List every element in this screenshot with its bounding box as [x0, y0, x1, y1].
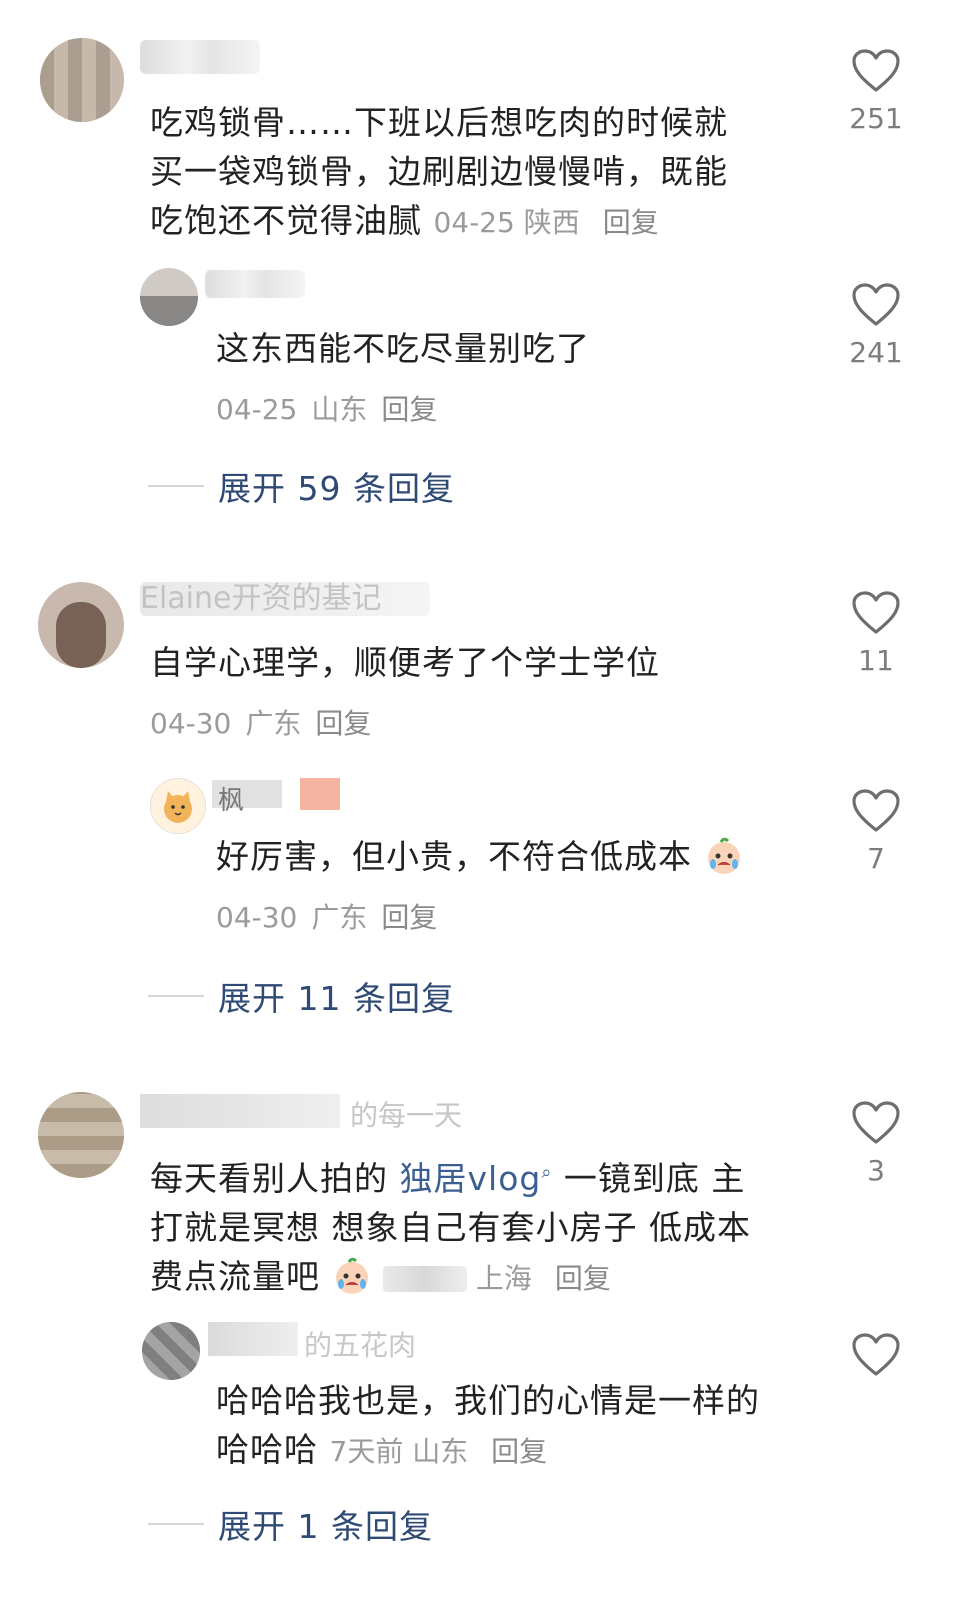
- date-blurred: [383, 1266, 467, 1292]
- blur-block: [300, 778, 340, 810]
- search-link[interactable]: 独居vlog: [400, 1159, 542, 1198]
- username-blurred[interactable]: [205, 270, 305, 298]
- comment-line: 打就是冥想 想象自己有套小房子 低成本: [150, 1208, 751, 1247]
- like-count: 241: [849, 336, 903, 369]
- comment-line: 吃饱还不觉得油腻 04-25 陕西 回复: [150, 196, 810, 247]
- like-button[interactable]: [846, 1332, 906, 1378]
- crying-emoji-icon: [707, 837, 740, 874]
- avatar[interactable]: [140, 268, 198, 326]
- heart-outline-icon: [852, 591, 900, 634]
- like-button[interactable]: 7: [846, 788, 906, 875]
- comment-date: 04-25: [433, 206, 515, 239]
- username-blurred[interactable]: 的五花肉: [208, 1322, 448, 1362]
- like-count: 3: [867, 1154, 885, 1187]
- reply-location: 山东: [412, 1435, 469, 1468]
- expand-replies-label: 展开 59 条回复: [218, 469, 455, 508]
- comment-line: 费点流量吧 上海 回复: [150, 1252, 830, 1303]
- avatar[interactable]: [150, 778, 206, 834]
- comment-line-text: 吃饱还不觉得油腻: [150, 201, 422, 240]
- heart-outline-icon: [852, 1101, 900, 1144]
- like-count: 7: [867, 842, 885, 875]
- reply-meta: 04-30 广东 回复: [216, 896, 451, 936]
- heart-outline-icon: [852, 283, 900, 326]
- comment-line: 每天看别人拍的 独居vlog⌕ 一镜到底 主: [150, 1148, 830, 1203]
- avatar[interactable]: [38, 582, 124, 668]
- username-blurred[interactable]: 的每一天: [140, 1094, 470, 1132]
- reply-text-content: 好厉害，但小贵，不符合低成本: [216, 837, 692, 876]
- reply-location: 山东: [311, 393, 368, 426]
- heart-outline-icon: [852, 789, 900, 832]
- comment-meta: 04-30 广东 回复: [150, 702, 385, 742]
- comment-text: 自学心理学，顺便考了个学士学位: [150, 643, 660, 682]
- reply-line: 哈哈哈我也是，我们的心情是一样的: [216, 1381, 760, 1420]
- reply-button[interactable]: 回复: [315, 707, 371, 740]
- search-icon[interactable]: ⌕: [541, 1162, 552, 1183]
- comment-text: 吃鸡锁骨……下班以后想吃肉的时候就 买一袋鸡锁骨，边刷剧边慢慢啃，既能 吃饱还不…: [150, 98, 810, 247]
- expand-replies-button[interactable]: 展开 59 条回复: [148, 462, 455, 510]
- heart-outline-icon: [852, 1333, 900, 1376]
- comment-date: 04-30: [150, 707, 232, 740]
- reply-button[interactable]: 回复: [381, 901, 437, 934]
- avatar[interactable]: [40, 38, 124, 122]
- username-blurred[interactable]: [140, 40, 260, 74]
- divider: [148, 485, 204, 487]
- reply-meta: 04-25 山东 回复: [216, 388, 451, 428]
- reply-location: 广东: [311, 901, 368, 934]
- like-count: 11: [858, 644, 894, 677]
- expand-replies-label: 展开 11 条回复: [218, 979, 455, 1018]
- blur-block: [140, 1094, 340, 1128]
- comment-text: 每天看别人拍的 独居vlog⌕ 一镜到底 主 打就是冥想 想象自己有套小房子 低…: [150, 1148, 830, 1303]
- username-partial: 枫: [218, 786, 245, 816]
- divider: [148, 995, 204, 997]
- like-button[interactable]: 3: [846, 1100, 906, 1187]
- comment-line: 吃鸡锁骨……下班以后想吃肉的时候就: [150, 103, 728, 142]
- comment-meta: 04-25 陕西 回复: [434, 206, 659, 239]
- cat-icon: [164, 791, 192, 823]
- username-partial: 的五花肉: [304, 1329, 417, 1362]
- expand-replies-button[interactable]: 展开 1 条回复: [148, 1500, 433, 1548]
- comment-location: 广东: [245, 707, 302, 740]
- comment-line-text: 费点流量吧: [150, 1257, 320, 1296]
- comment-line-text: 每天看别人拍的: [150, 1159, 400, 1198]
- reply-date: 7天前: [329, 1435, 404, 1468]
- reply-date: 04-30: [216, 901, 298, 934]
- reply-button[interactable]: 回复: [491, 1435, 547, 1468]
- avatar[interactable]: [142, 1322, 200, 1380]
- reply-text: 好厉害，但小贵，不符合低成本: [216, 832, 744, 881]
- comment-location: 陕西: [523, 206, 580, 239]
- like-count: 251: [849, 102, 903, 135]
- reply-meta: 7天前 山东 回复: [330, 1435, 548, 1468]
- reply-button[interactable]: 回复: [555, 1262, 611, 1295]
- blur-block: [208, 1322, 298, 1356]
- reply-text: 这东西能不吃尽量别吃了: [216, 329, 590, 368]
- reply-line-text: 哈哈哈: [216, 1430, 318, 1469]
- expand-replies-button[interactable]: 展开 11 条回复: [148, 972, 455, 1020]
- comment-line-text: 一镜到底 主: [552, 1159, 746, 1198]
- like-button[interactable]: 251: [846, 48, 906, 135]
- crying-emoji-icon: [335, 1257, 368, 1294]
- comment-meta: 上海 回复: [383, 1262, 611, 1295]
- reply-text: 哈哈哈我也是，我们的心情是一样的 哈哈哈 7天前 山东 回复: [216, 1376, 816, 1476]
- like-button[interactable]: 241: [846, 282, 906, 369]
- username-blurred[interactable]: Elaine开资的基记: [140, 582, 430, 616]
- comment-location: 上海: [475, 1262, 532, 1295]
- reply-button[interactable]: 回复: [381, 393, 437, 426]
- expand-replies-label: 展开 1 条回复: [218, 1507, 433, 1546]
- comment-line: 买一袋鸡锁骨，边刷剧边慢慢啃，既能: [150, 152, 728, 191]
- reply-button[interactable]: 回复: [603, 206, 659, 239]
- username-partial: 的每一天: [350, 1099, 463, 1132]
- username-blurred[interactable]: 枫: [212, 778, 342, 816]
- reply-line: 哈哈哈 7天前 山东 回复: [216, 1425, 816, 1476]
- reply-date: 04-25: [216, 393, 298, 426]
- divider: [148, 1523, 204, 1525]
- heart-outline-icon: [852, 49, 900, 92]
- like-button[interactable]: 11: [846, 590, 906, 677]
- avatar[interactable]: [38, 1092, 124, 1178]
